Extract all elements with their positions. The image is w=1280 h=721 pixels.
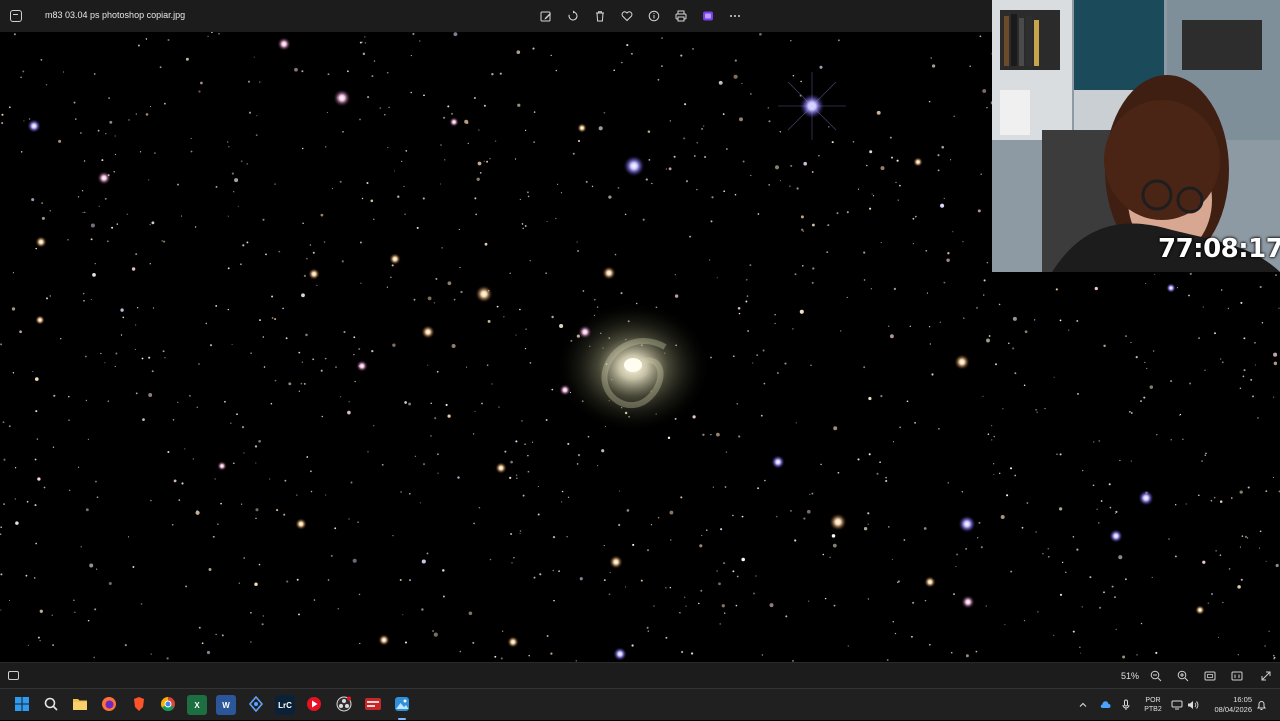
zoom-out-icon [1150, 670, 1162, 682]
network-tray[interactable] [1171, 689, 1183, 721]
chrome-icon [160, 696, 176, 714]
photos-app-icon [10, 10, 22, 22]
streaming-app[interactable] [363, 695, 383, 715]
actual-size-button[interactable] [1231, 669, 1245, 683]
excel-app[interactable]: X [187, 695, 207, 715]
edit-image-button[interactable] [536, 6, 556, 26]
media-player-app[interactable] [304, 695, 324, 715]
windows-icon [14, 696, 30, 714]
language-code: POR [1145, 697, 1161, 704]
clipchamp-button[interactable] [698, 6, 718, 26]
status-bar: 51% [0, 662, 1280, 688]
webcam-overlay [992, 0, 1280, 272]
heart-icon [621, 11, 633, 22]
delete-button[interactable] [590, 6, 610, 26]
show-hidden-icons-button[interactable] [1078, 689, 1088, 721]
pen-app[interactable] [246, 695, 266, 715]
chevron-up-icon [1079, 702, 1087, 707]
full-screen-button[interactable] [1260, 669, 1274, 683]
expand-icon [1261, 671, 1271, 681]
actual-size-icon [1231, 671, 1243, 681]
fit-to-window-button[interactable] [1204, 669, 1218, 683]
lightroom-icon: LrC [278, 700, 292, 710]
microphone-tray[interactable] [1121, 689, 1131, 721]
printer-icon [675, 10, 687, 22]
file-name: m83 03.04 ps photoshop copiar.jpg [45, 10, 186, 20]
firefox-icon [101, 696, 117, 714]
volume-icon [1188, 701, 1199, 709]
image-toolbar [536, 6, 745, 26]
folder-icon [72, 697, 88, 713]
rotate-button[interactable] [563, 6, 583, 26]
network-icon [1171, 700, 1183, 710]
ellipsis-icon [730, 15, 740, 17]
system-clock[interactable]: 16:05 08/04/2026 [1204, 695, 1252, 715]
firefox-app[interactable] [99, 695, 119, 715]
zoom-in-button[interactable] [1177, 669, 1191, 683]
notifications-button[interactable] [1256, 689, 1267, 721]
edit-icon [540, 11, 551, 22]
lightroom-app[interactable]: LrC [275, 695, 295, 715]
chrome-app[interactable] [158, 695, 178, 715]
trash-icon [596, 11, 604, 22]
info-button[interactable] [644, 6, 664, 26]
play-icon [306, 696, 322, 714]
pen-tool-icon [248, 695, 264, 714]
excel-icon: X [194, 700, 200, 710]
stream-timer: 77:08:17 [1158, 234, 1280, 264]
obs-icon [336, 696, 352, 714]
input-language[interactable]: POR PTB2 [1142, 696, 1164, 714]
search-button[interactable] [41, 695, 61, 715]
search-icon [43, 696, 59, 714]
brave-app[interactable] [129, 695, 149, 715]
taskbar: X W LrC POR PTB2 16:05 08/04/2026 [0, 688, 1280, 720]
rotate-icon [568, 10, 578, 21]
word-icon: W [222, 700, 230, 710]
bell-icon [1257, 701, 1266, 710]
zoom-out-button[interactable] [1150, 669, 1164, 683]
fit-window-icon [1204, 671, 1216, 681]
info-icon [648, 10, 660, 22]
photos-app[interactable] [392, 695, 412, 720]
print-button[interactable] [671, 6, 691, 26]
clock-date: 08/04/2026 [1214, 705, 1252, 714]
word-app[interactable]: W [216, 695, 236, 715]
galaxy-m83 [555, 301, 711, 433]
start-button[interactable] [12, 695, 32, 715]
obs-app[interactable] [334, 695, 354, 715]
zoom-in-icon [1177, 670, 1189, 682]
webcam-feed [992, 0, 1280, 272]
filmstrip-icon[interactable] [8, 671, 19, 680]
keyboard-layout: PTB2 [1144, 706, 1162, 713]
zoom-level[interactable]: 51% [1121, 671, 1139, 681]
clipchamp-icon [703, 11, 713, 21]
streaming-icon [364, 697, 382, 713]
onedrive-tray[interactable] [1099, 689, 1111, 721]
favorite-button[interactable] [617, 6, 637, 26]
cloud-icon [1100, 701, 1111, 708]
volume-tray[interactable] [1187, 689, 1199, 721]
file-explorer-app[interactable] [70, 695, 90, 715]
microphone-icon [1122, 699, 1130, 710]
photos-icon [394, 696, 410, 714]
clock-time: 16:05 [1233, 695, 1252, 704]
more-options-button[interactable] [725, 6, 745, 26]
brave-icon [131, 696, 147, 714]
